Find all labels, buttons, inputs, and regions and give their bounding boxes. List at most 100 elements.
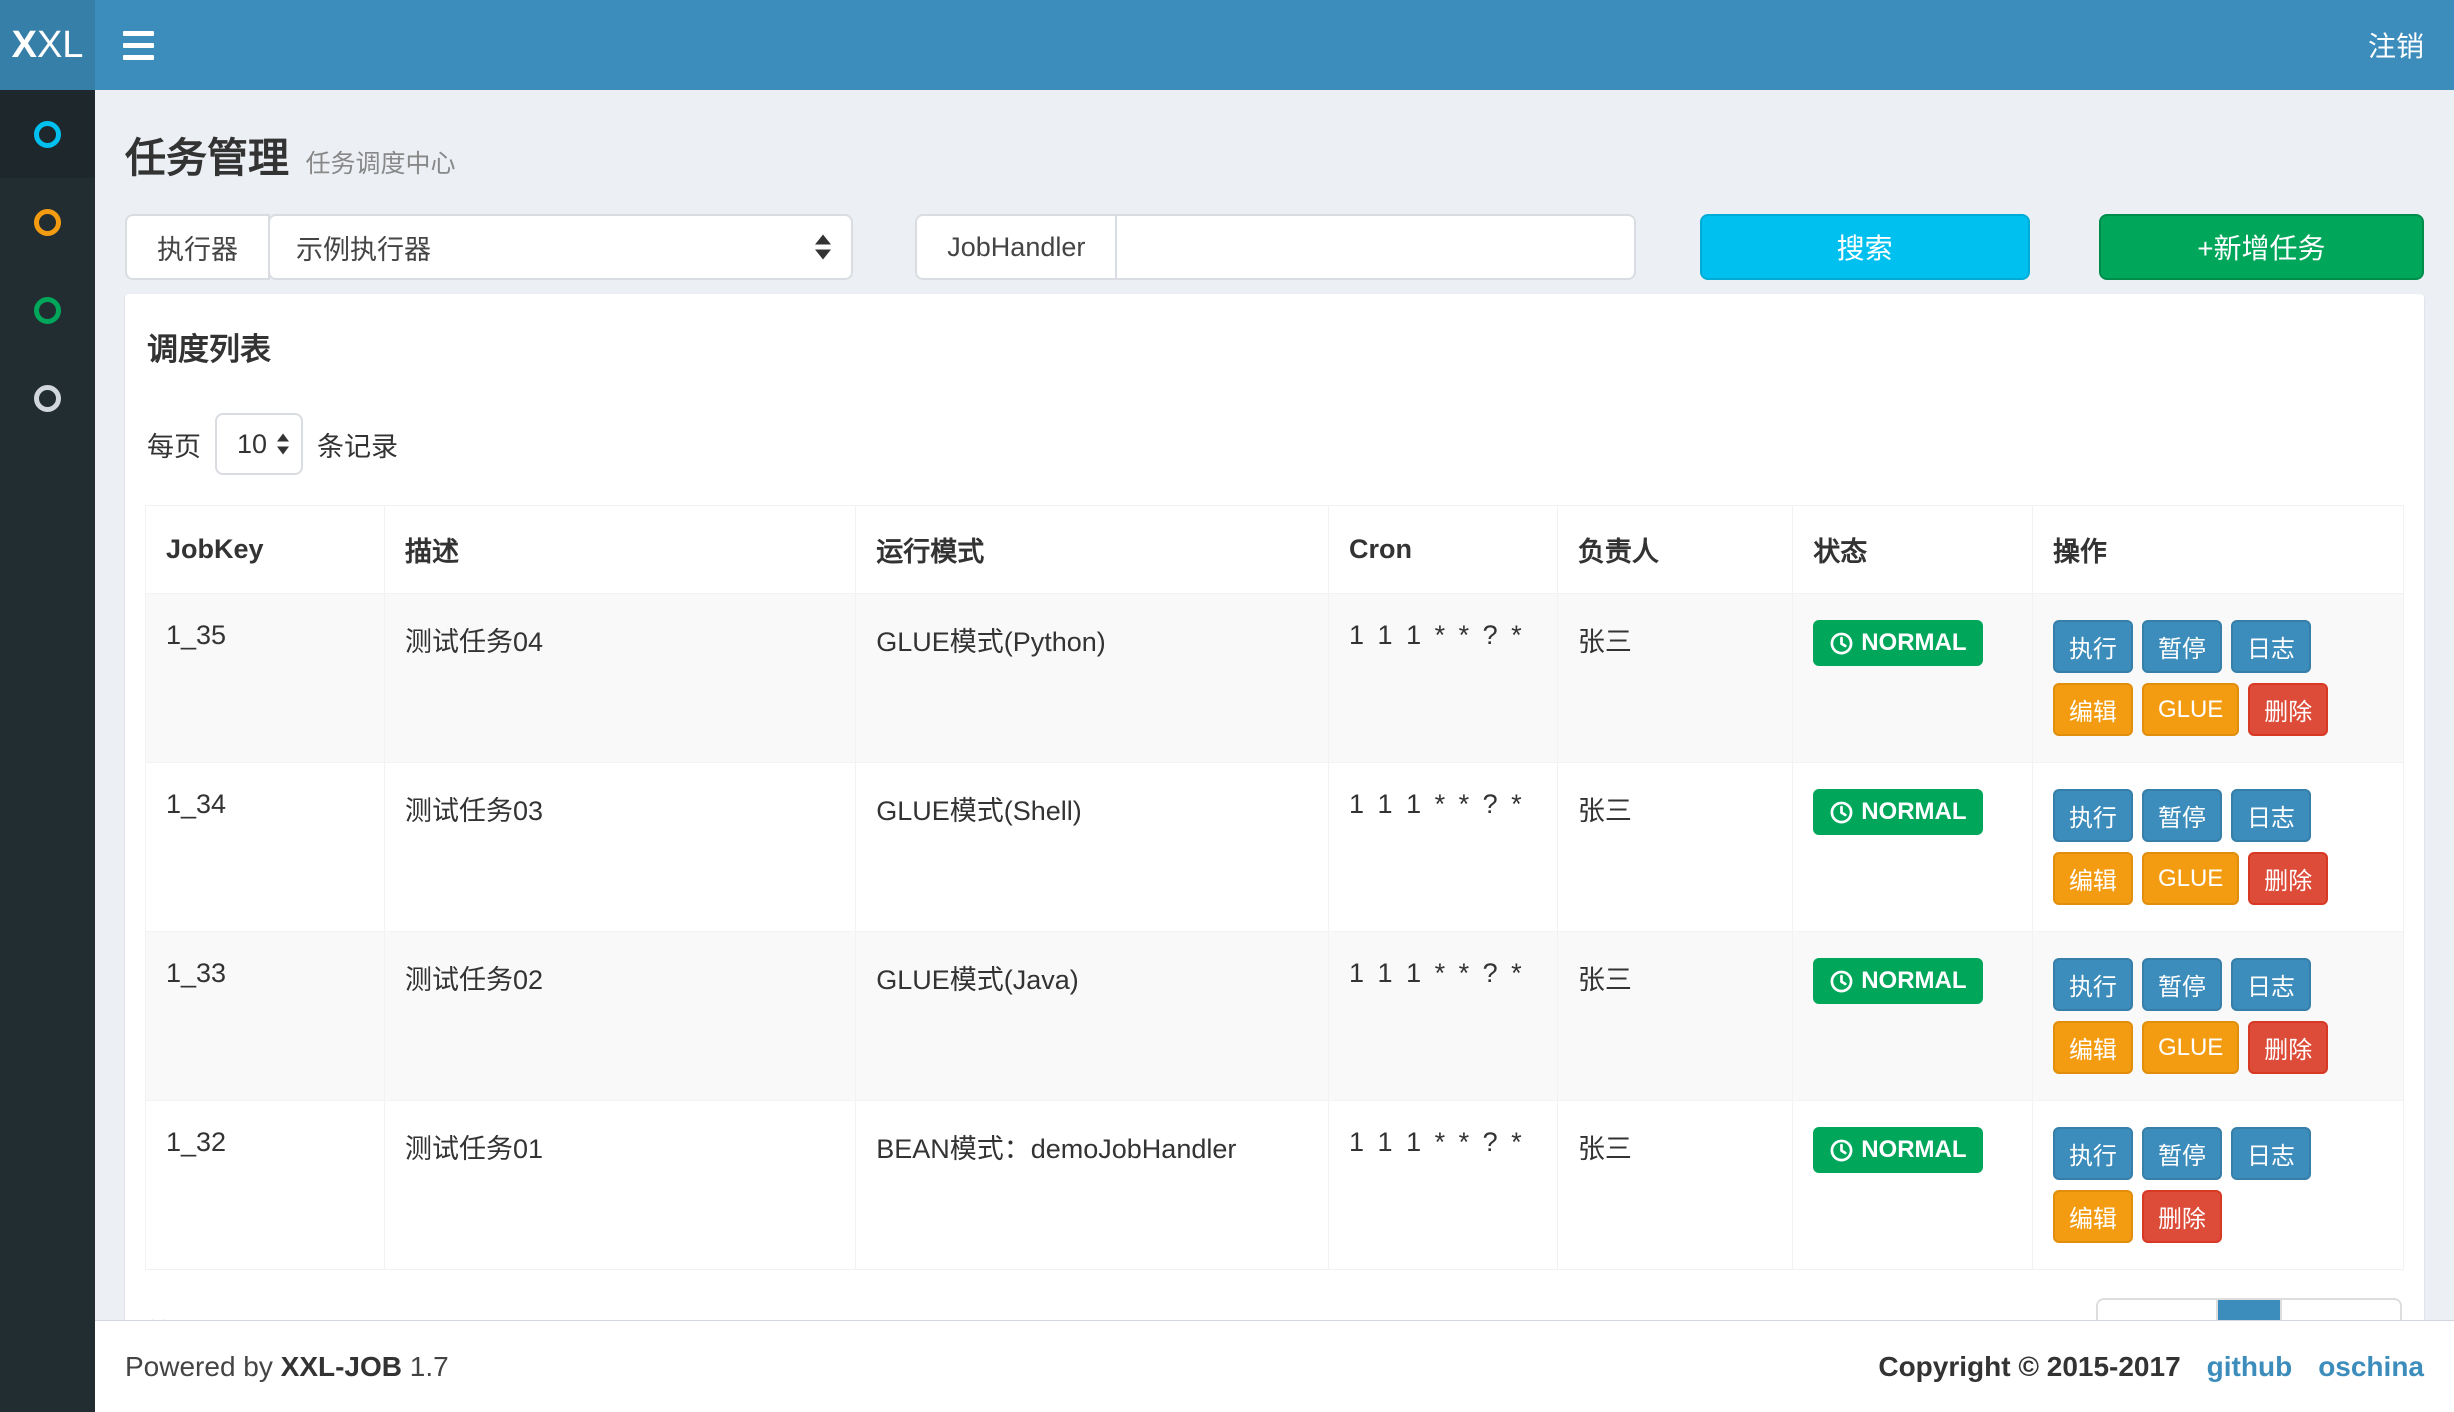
- jobkey-cell: 1_35: [146, 594, 385, 763]
- status-badge: NORMAL: [1813, 789, 1982, 835]
- cron-value: 1 1 1 * * ? *: [1349, 958, 1525, 988]
- action-buttons: 执行暂停日志编辑GLUE删除: [2053, 620, 2383, 736]
- select-caret-icon: [815, 235, 831, 260]
- desc-cell: 测试任务02: [385, 932, 856, 1101]
- run-button[interactable]: 执行: [2053, 620, 2133, 673]
- delete-button[interactable]: 删除: [2142, 1190, 2222, 1243]
- pause-button[interactable]: 暂停: [2142, 1127, 2222, 1180]
- jobhandler-input[interactable]: [1117, 214, 1635, 280]
- glue-button[interactable]: GLUE: [2142, 1021, 2239, 1074]
- mode-cell: GLUE模式(Shell): [856, 763, 1329, 932]
- hamburger-icon: [123, 55, 154, 60]
- status-text: NORMAL: [1861, 1136, 1966, 1164]
- page-subtitle: 任务调度中心: [305, 150, 455, 178]
- cron-cell: 1 1 1 * * ? *: [1329, 594, 1558, 763]
- search-button[interactable]: 搜索: [1700, 214, 2030, 280]
- schedule-list-panel: 调度列表 每页 10 条记录 JobKey描述运行模式Cron负责人状态操作 1…: [125, 294, 2424, 1386]
- owner-cell: 张三: [1557, 763, 1792, 932]
- clock-icon: [1829, 631, 1854, 656]
- mode-cell: GLUE模式(Java): [856, 932, 1329, 1101]
- circle-icon: [34, 209, 61, 236]
- page-size-value: 10: [237, 429, 267, 460]
- cron-value: 1 1 1 * * ? *: [1349, 620, 1525, 650]
- delete-button[interactable]: 删除: [2248, 1021, 2328, 1074]
- circle-icon: [34, 385, 61, 412]
- cron-value: 1 1 1 * * ? *: [1349, 1127, 1525, 1157]
- navbar-spacer: [181, 0, 2338, 90]
- clock-icon: [1829, 969, 1854, 994]
- page-title: 任务管理: [125, 135, 289, 181]
- run-button[interactable]: 执行: [2053, 789, 2133, 842]
- column-header-2: 描述: [385, 506, 856, 594]
- copyright-text: Copyright © 2015-2017: [1878, 1351, 2180, 1383]
- action-buttons: 执行暂停日志编辑GLUE删除: [2053, 958, 2383, 1074]
- pause-button[interactable]: 暂停: [2142, 620, 2222, 673]
- footer-links: github oschina: [2207, 1351, 2424, 1383]
- logout-button[interactable]: 注销: [2338, 0, 2454, 90]
- edit-button[interactable]: 编辑: [2053, 1190, 2133, 1243]
- oschina-link[interactable]: oschina: [2318, 1351, 2424, 1383]
- select-caret-icon: [277, 434, 289, 455]
- jobkey-cell: 1_32: [146, 1101, 385, 1270]
- powered-prefix: Powered by: [125, 1351, 273, 1382]
- github-link[interactable]: github: [2207, 1351, 2293, 1383]
- executor-filter-group: 执行器 示例执行器: [125, 214, 853, 280]
- table-header-row: JobKey描述运行模式Cron负责人状态操作: [146, 506, 2404, 594]
- owner-cell: 张三: [1557, 932, 1792, 1101]
- add-job-button[interactable]: +新增任务: [2099, 214, 2424, 280]
- sidebar-item-4[interactable]: [0, 354, 95, 442]
- hamburger-icon: [123, 43, 154, 48]
- log-button[interactable]: 日志: [2231, 789, 2311, 842]
- jobhandler-label: JobHandler: [915, 214, 1117, 280]
- ops-cell: 执行暂停日志编辑GLUE删除: [2032, 594, 2403, 763]
- edit-button[interactable]: 编辑: [2053, 852, 2133, 905]
- edit-button[interactable]: 编辑: [2053, 683, 2133, 736]
- status-cell: NORMAL: [1793, 594, 2033, 763]
- sidebar-item-2[interactable]: [0, 178, 95, 266]
- app-logo[interactable]: XXL: [0, 0, 95, 90]
- table-body: 1_35测试任务04GLUE模式(Python)1 1 1 * * ? *张三N…: [146, 594, 2404, 1270]
- status-text: NORMAL: [1861, 629, 1966, 657]
- edit-button[interactable]: 编辑: [2053, 1021, 2133, 1074]
- action-buttons: 执行暂停日志编辑GLUE删除: [2053, 789, 2383, 905]
- owner-cell: 张三: [1557, 1101, 1792, 1270]
- status-badge: NORMAL: [1813, 958, 1982, 1004]
- page-size-select[interactable]: 10: [215, 413, 303, 475]
- executor-select[interactable]: 示例执行器: [268, 214, 853, 280]
- job-table: JobKey描述运行模式Cron负责人状态操作 1_35测试任务04GLUE模式…: [145, 505, 2404, 1270]
- delete-button[interactable]: 删除: [2248, 852, 2328, 905]
- page-size-suffix: 条记录: [317, 425, 398, 464]
- pause-button[interactable]: 暂停: [2142, 789, 2222, 842]
- sidebar-menu: [0, 90, 95, 1412]
- mode-cell: BEAN模式：demoJobHandler: [856, 1101, 1329, 1270]
- desc-cell: 测试任务01: [385, 1101, 856, 1270]
- column-header-7: 操作: [2032, 506, 2403, 594]
- glue-button[interactable]: GLUE: [2142, 852, 2239, 905]
- status-text: NORMAL: [1861, 967, 1966, 995]
- log-button[interactable]: 日志: [2231, 958, 2311, 1011]
- log-button[interactable]: 日志: [2231, 1127, 2311, 1180]
- sidebar-item-1[interactable]: [0, 90, 95, 178]
- sidebar-toggle-button[interactable]: [95, 0, 181, 90]
- cron-cell: 1 1 1 * * ? *: [1329, 763, 1558, 932]
- table-row: 1_33测试任务02GLUE模式(Java)1 1 1 * * ? *张三NOR…: [146, 932, 2404, 1101]
- delete-button[interactable]: 删除: [2248, 683, 2328, 736]
- main-content: 任务管理 任务调度中心 执行器 示例执行器 JobHandler 搜索 +新增任…: [95, 90, 2454, 1320]
- run-button[interactable]: 执行: [2053, 1127, 2133, 1180]
- desc-cell: 测试任务04: [385, 594, 856, 763]
- ops-cell: 执行暂停日志编辑GLUE删除: [2032, 763, 2403, 932]
- circle-icon: [34, 297, 61, 324]
- status-badge: NORMAL: [1813, 1127, 1982, 1173]
- table-row: 1_35测试任务04GLUE模式(Python)1 1 1 * * ? *张三N…: [146, 594, 2404, 763]
- status-cell: NORMAL: [1793, 763, 2033, 932]
- glue-button[interactable]: GLUE: [2142, 683, 2239, 736]
- sidebar-item-3[interactable]: [0, 266, 95, 354]
- column-header-6: 状态: [1793, 506, 2033, 594]
- run-button[interactable]: 执行: [2053, 958, 2133, 1011]
- logo-bold: X: [12, 24, 37, 67]
- cron-cell: 1 1 1 * * ? *: [1329, 1101, 1558, 1270]
- top-navbar: XXL 注销: [0, 0, 2454, 90]
- log-button[interactable]: 日志: [2231, 620, 2311, 673]
- pause-button[interactable]: 暂停: [2142, 958, 2222, 1011]
- jobkey-cell: 1_34: [146, 763, 385, 932]
